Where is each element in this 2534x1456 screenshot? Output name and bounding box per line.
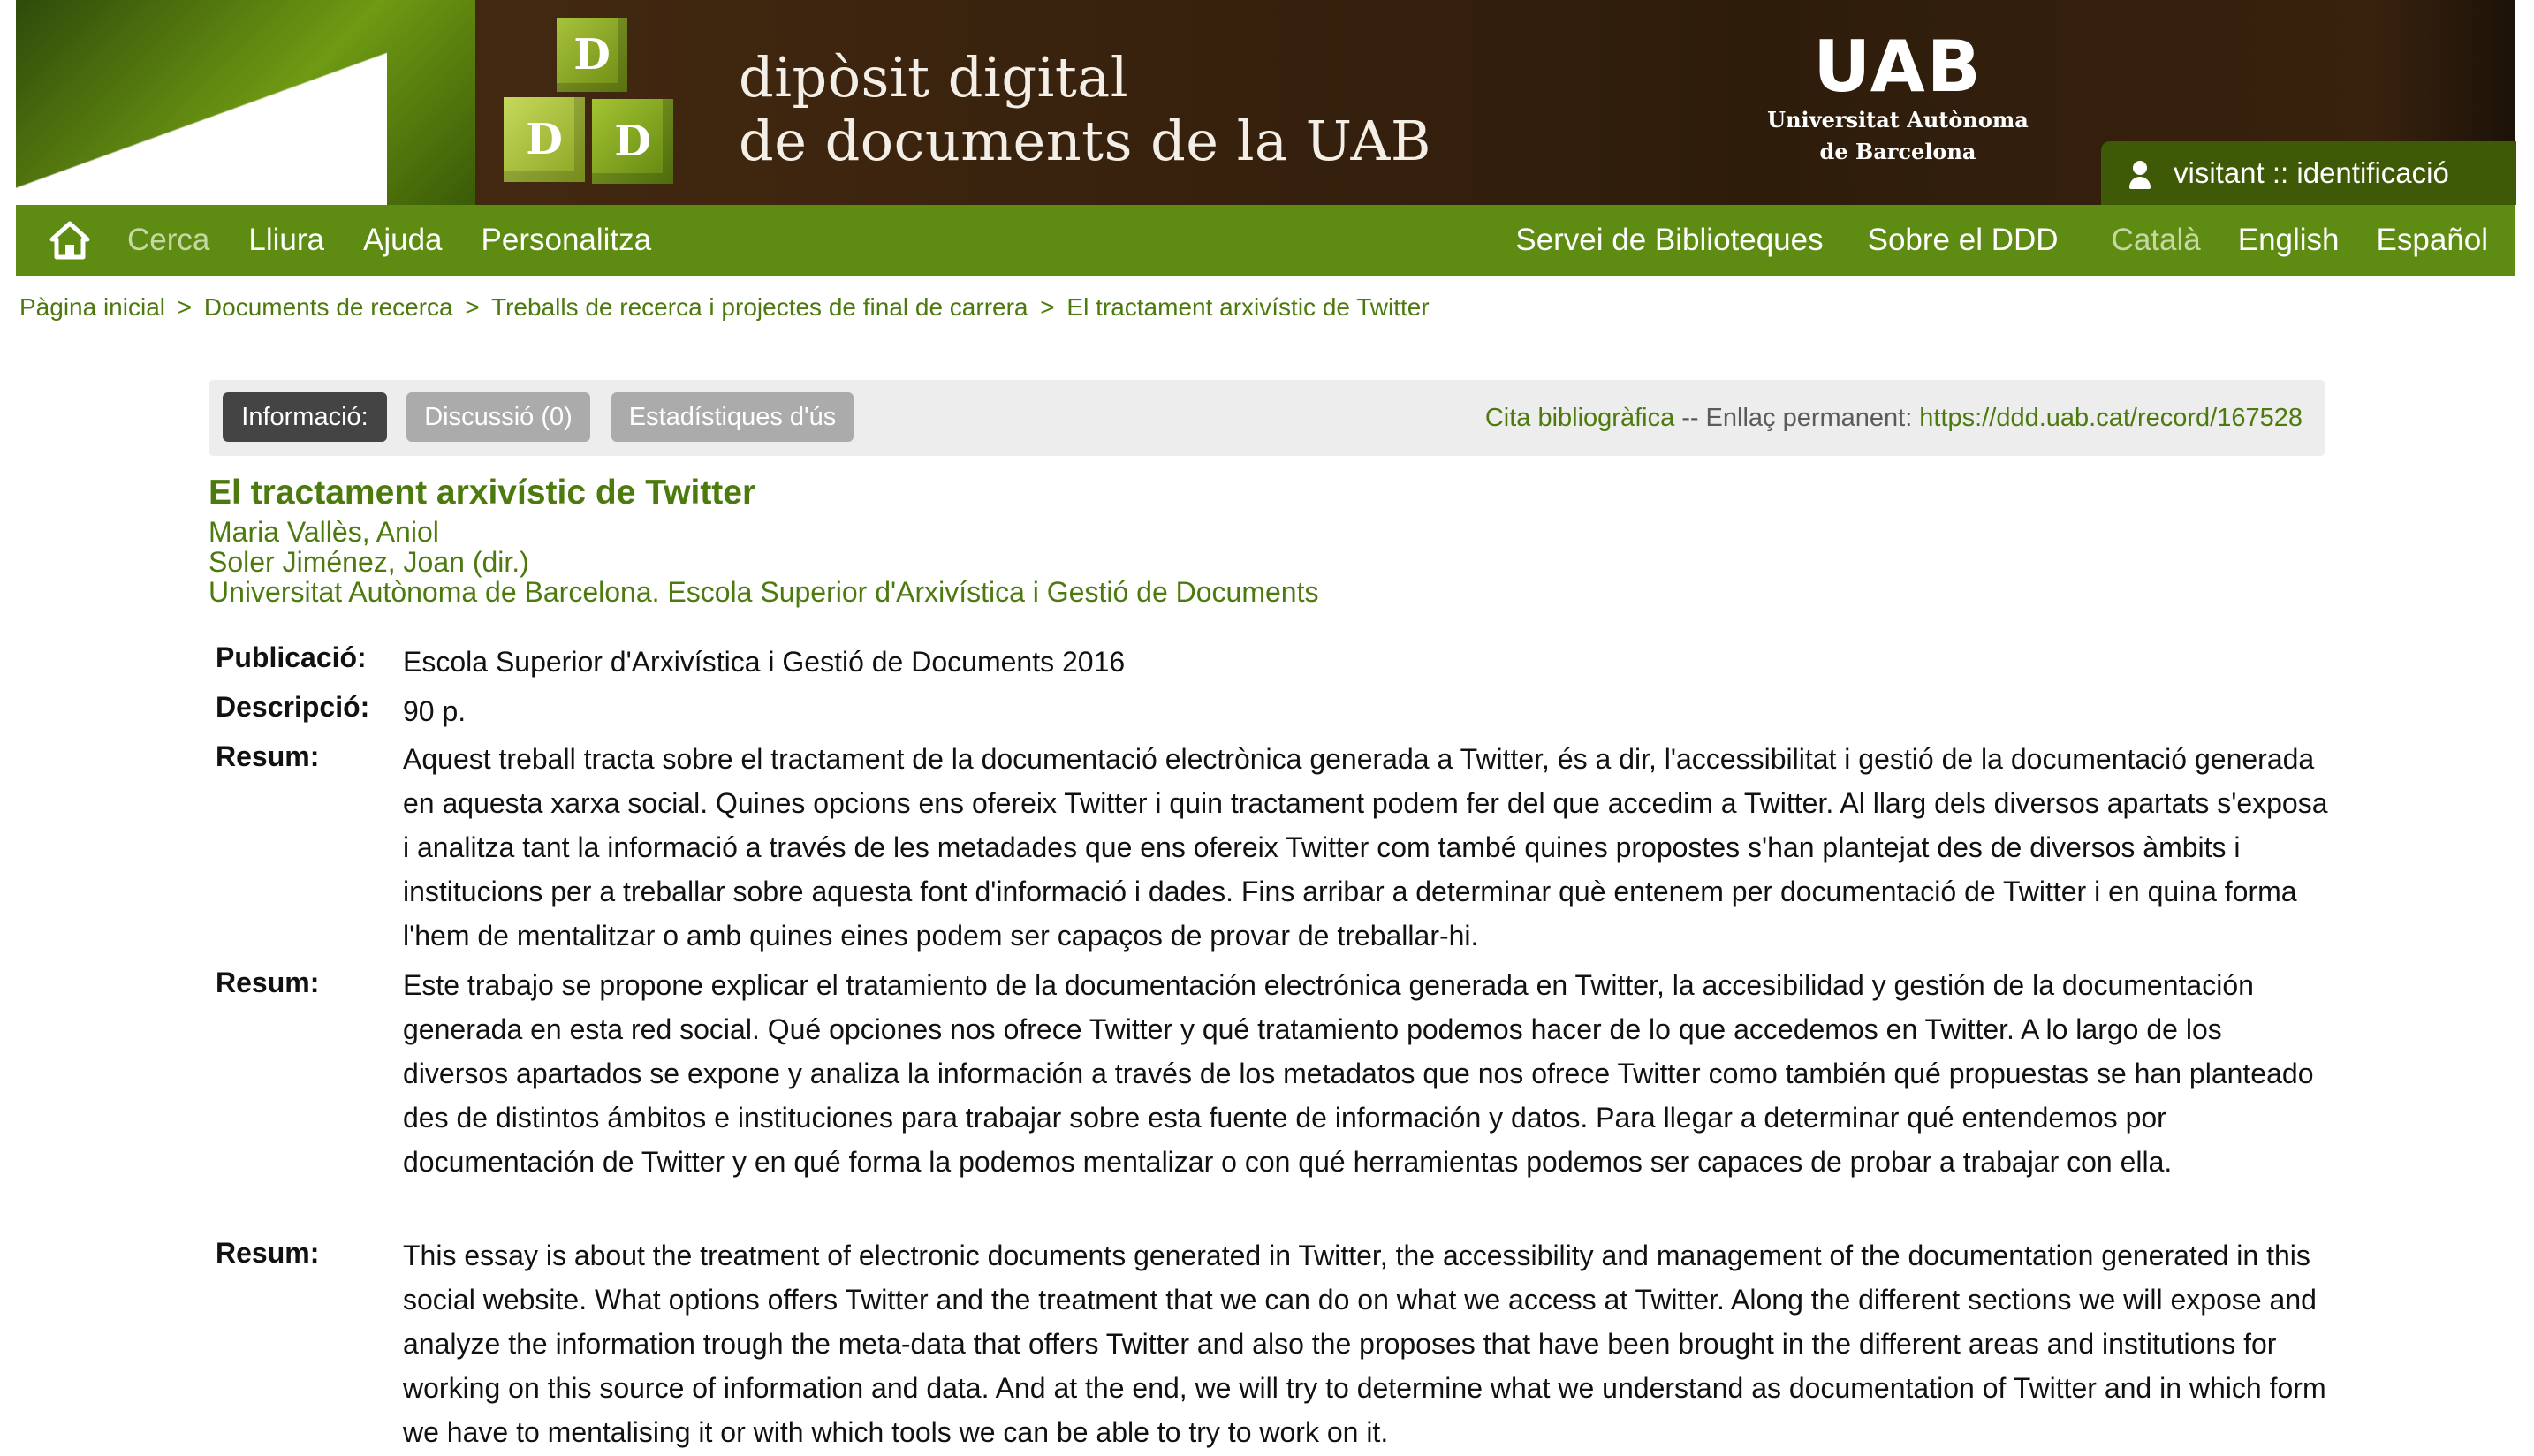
- site-title[interactable]: dipòsit digital de documents de la UAB: [739, 46, 1431, 173]
- abstract-label-en: Resum:: [216, 1237, 320, 1269]
- permalink-url[interactable]: https://ddd.uab.cat/record/167528: [1919, 404, 2303, 433]
- breadcrumb-home[interactable]: Pàgina inicial: [19, 293, 165, 321]
- home-button[interactable]: [39, 214, 101, 267]
- abstract-label-ca: Resum:: [216, 740, 320, 772]
- nav-ajuda[interactable]: Ajuda: [363, 223, 443, 258]
- home-icon: [49, 221, 90, 260]
- breadcrumb-separator: >: [465, 293, 480, 321]
- site-title-line1: dipòsit digital: [739, 45, 1129, 110]
- nav-sobre-ddd[interactable]: Sobre el DDD: [1868, 223, 2059, 258]
- description-label: Descripció:: [216, 691, 370, 723]
- publication-label: Publicació:: [216, 641, 367, 673]
- banner-white-wedge: [16, 0, 387, 205]
- record-title: El tractament arxivístic de Twitter: [209, 474, 756, 512]
- tab-usage-stats[interactable]: Estadístiques d'ús: [611, 392, 854, 442]
- cite-dash: --: [1681, 403, 1699, 432]
- abstract-spanish: Este trabajo se propone explicar el trat…: [403, 969, 2314, 1178]
- record-director[interactable]: Soler Jiménez, Joan (dir.): [209, 546, 529, 579]
- breadcrumb-research-projects[interactable]: Treballs de recerca i projectes de final…: [491, 293, 1028, 321]
- breadcrumb-research-docs[interactable]: Documents de recerca: [204, 293, 453, 321]
- uab-logo[interactable]: UAB Universitat Autònoma de Barcelona: [1748, 30, 2048, 168]
- nav-servei-biblioteques[interactable]: Servei de Biblioteques: [1515, 223, 1823, 258]
- user-icon: [2128, 155, 2152, 191]
- record-author[interactable]: Maria Vallès, Aniol: [209, 516, 439, 549]
- nav-lliura[interactable]: Lliura: [248, 223, 324, 258]
- login-label: visitant :: identificació: [2174, 156, 2449, 189]
- breadcrumb-current[interactable]: El tractament arxivístic de Twitter: [1066, 293, 1429, 321]
- lang-english[interactable]: English: [2238, 223, 2340, 258]
- permalink-label: Enllaç permanent:: [1705, 403, 1913, 432]
- cite-link[interactable]: Cita bibliogràfica: [1485, 404, 1674, 433]
- main-navbar: Cerca Lliura Ajuda Personalitza Servei d…: [16, 205, 2515, 276]
- logo-cube-bottom-right: D: [592, 99, 673, 184]
- uab-logo-mark: UAB: [1813, 26, 1983, 108]
- record-institution[interactable]: Universitat Autònoma de Barcelona. Escol…: [209, 576, 1318, 609]
- tab-information[interactable]: Informació:: [223, 392, 387, 442]
- nav-personalitza[interactable]: Personalitza: [482, 223, 652, 258]
- tab-discussion[interactable]: Discussió (0): [406, 392, 590, 442]
- abstract-catalan: Aquest treball tracta sobre el tractamen…: [403, 743, 2328, 952]
- breadcrumb: Pàgina inicial > Documents de recerca > …: [19, 293, 1430, 322]
- description-value: 90 p.: [403, 695, 467, 727]
- uab-logo-subtitle-2: de Barcelona: [1819, 139, 1976, 164]
- site-title-line2: de documents de la UAB: [739, 109, 1431, 173]
- login-link[interactable]: visitant :: identificació: [2101, 141, 2516, 205]
- abstract-english: This essay is about the treatment of ele…: [403, 1240, 2326, 1448]
- lang-catala[interactable]: Català: [2112, 223, 2201, 258]
- ddd-logo[interactable]: D D D: [493, 18, 705, 194]
- publication-value: Escola Superior d'Arxivística i Gestió d…: [403, 646, 1126, 678]
- lang-espanol[interactable]: Español: [2377, 223, 2488, 258]
- nav-cerca[interactable]: Cerca: [127, 223, 209, 258]
- breadcrumb-separator: >: [177, 293, 193, 321]
- logo-cube-top: D: [557, 18, 627, 92]
- breadcrumb-separator: >: [1040, 293, 1055, 321]
- citation-links: Cita bibliogràfica -- Enllaç permanent: …: [1485, 380, 2303, 456]
- uab-logo-subtitle-1: Universitat Autònoma: [1767, 107, 2029, 133]
- record-tabbar: Informació: Discussió (0) Estadístiques …: [209, 380, 2325, 456]
- abstract-label-es: Resum:: [216, 967, 320, 998]
- logo-cube-bottom-left: D: [504, 97, 585, 182]
